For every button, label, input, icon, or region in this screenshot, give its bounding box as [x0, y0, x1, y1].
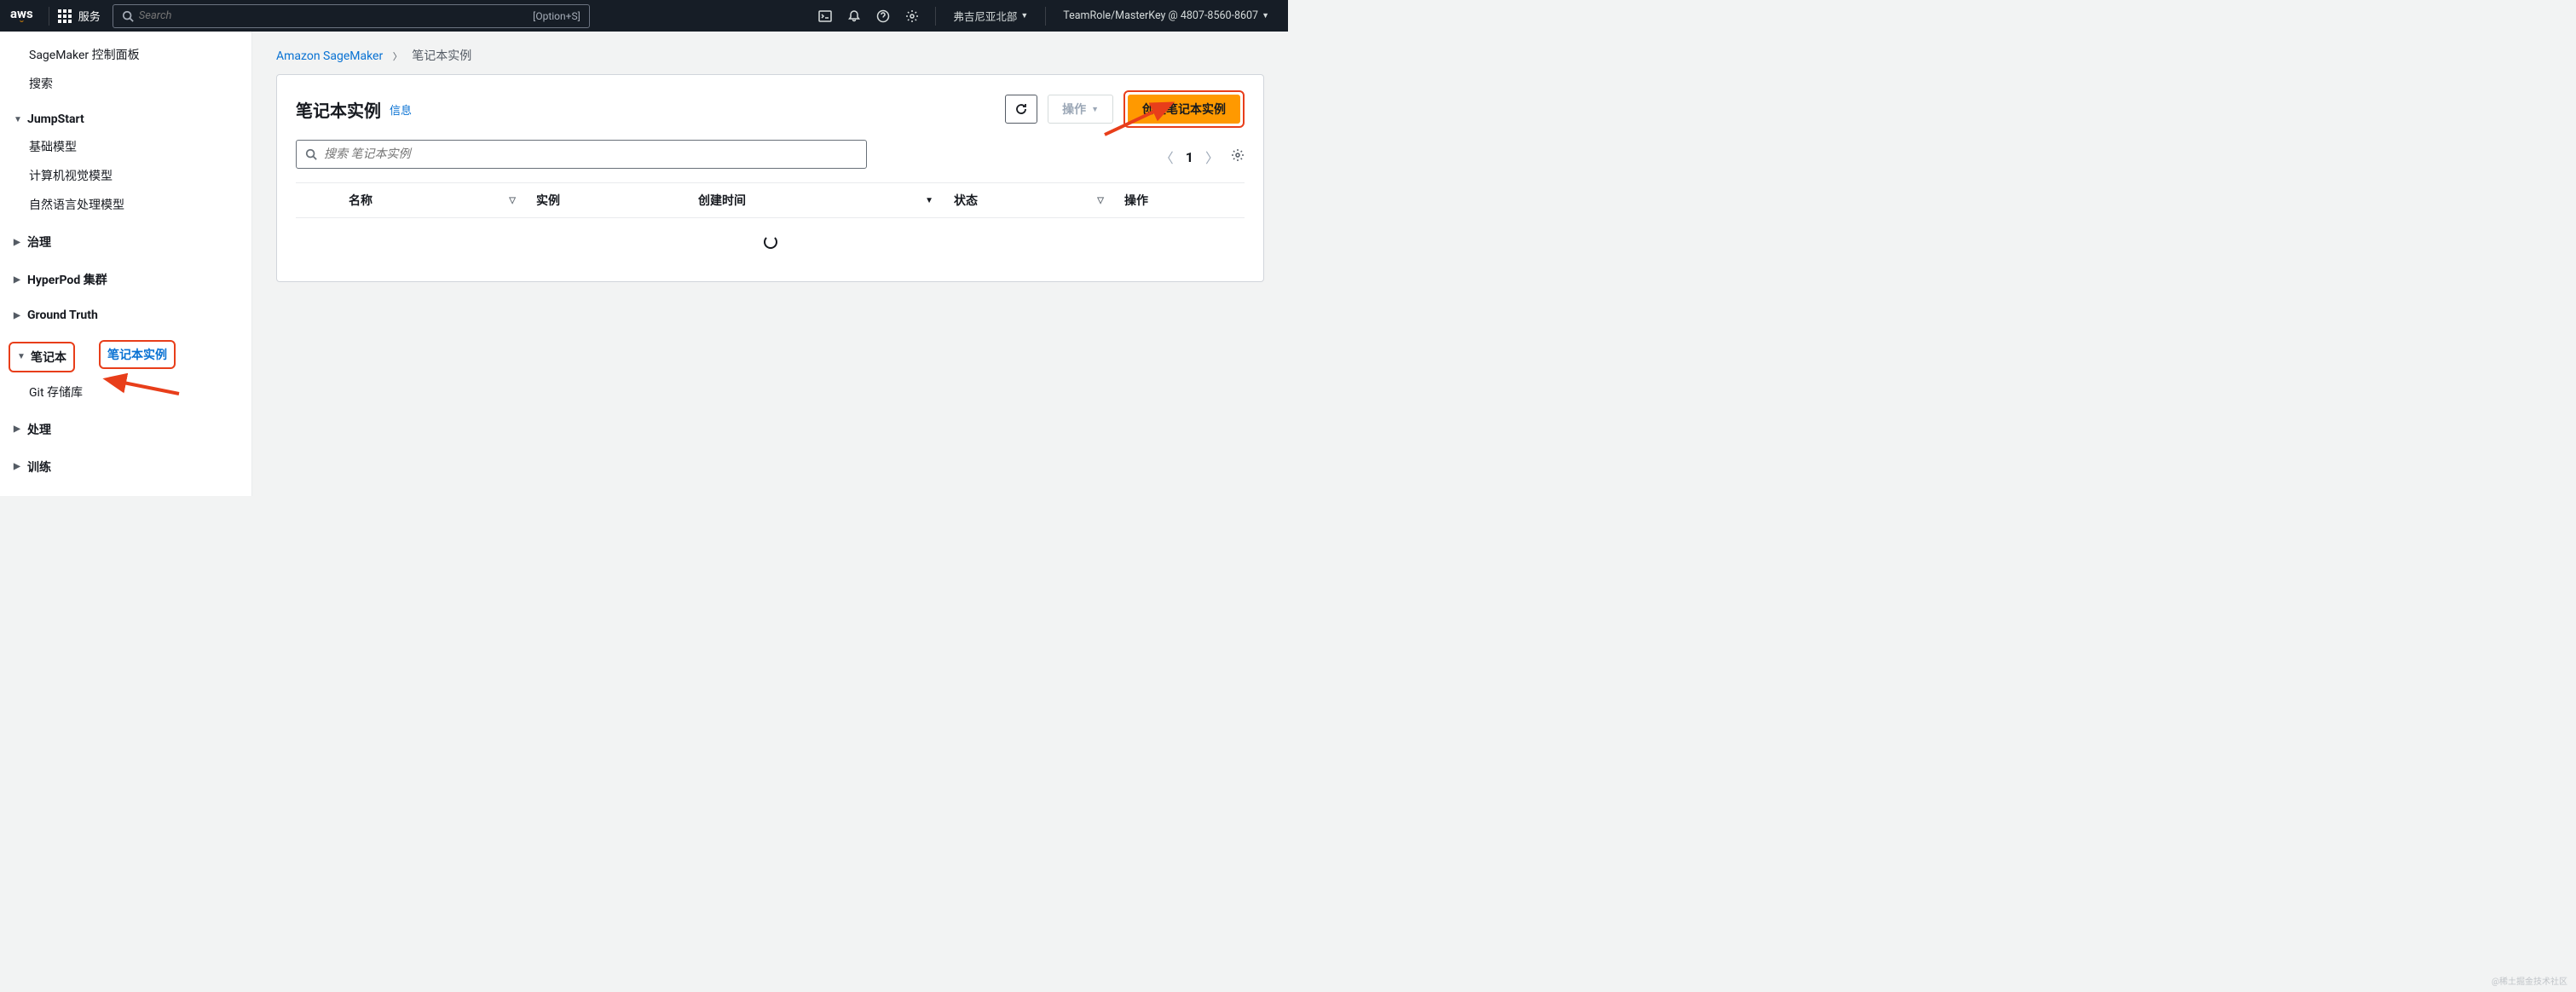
spinner-icon	[764, 235, 777, 249]
actions-dropdown[interactable]: 操作 ▼	[1048, 95, 1113, 124]
sidebar-item-nlp-models[interactable]: 自然语言处理模型	[0, 190, 251, 219]
sidebar-section-groundtruth[interactable]: ▶ Ground Truth	[0, 303, 251, 328]
notebook-instances-panel: 笔记本实例 信息 操作 ▼ 创建笔记本实例	[276, 74, 1264, 282]
sidebar-section-training[interactable]: ▶ 训练	[0, 453, 251, 482]
column-created[interactable]: 创建时间 ▼	[688, 192, 944, 209]
column-name[interactable]: 名称 ▽	[338, 192, 526, 209]
search-shortcut-hint: [Option+S]	[533, 10, 580, 22]
aws-global-header: aws ⌣ 服务 [Option+S] 弗吉尼亚北部 ▼ TeamRole/Ma…	[0, 0, 1288, 32]
caret-down-icon: ▼	[1262, 11, 1269, 20]
separator	[935, 7, 936, 26]
column-label: 状态	[954, 192, 978, 209]
separator	[1045, 7, 1046, 26]
table-settings-button[interactable]	[1231, 148, 1245, 165]
cloudshell-icon[interactable]	[811, 4, 840, 28]
breadcrumb: Amazon SageMaker 〉 笔记本实例	[276, 47, 1264, 64]
services-label[interactable]: 服务	[78, 8, 101, 24]
services-grid-icon[interactable]	[58, 9, 72, 23]
sort-icon: ▽	[1097, 196, 1104, 205]
caret-right-icon: ▶	[14, 311, 24, 320]
aws-smile-icon: ⌣	[20, 19, 24, 25]
sidebar-item-notebook-instances[interactable]: 笔记本实例	[107, 344, 167, 365]
sidebar-item-foundation-models[interactable]: 基础模型	[0, 132, 251, 161]
table-header-row: 名称 ▽ 实例 创建时间 ▼ 状态 ▽ 操作	[296, 182, 1245, 218]
gear-icon	[1231, 148, 1245, 162]
table-search-input[interactable]	[324, 147, 858, 161]
aws-logo[interactable]: aws ⌣	[10, 8, 33, 25]
column-action: 操作	[1114, 192, 1245, 209]
pagination: 〈 1 〉	[1160, 147, 1245, 167]
caret-down-icon: ▼	[14, 115, 24, 124]
sidebar-item-search[interactable]: 搜索	[0, 69, 251, 98]
sidebar-section-governance[interactable]: ▶ 治理	[0, 228, 251, 257]
sidebar-item-git-repos[interactable]: Git 存储库	[0, 378, 251, 407]
column-label: 操作	[1124, 192, 1148, 209]
region-selector[interactable]: 弗吉尼亚北部 ▼	[944, 8, 1037, 24]
sidebar-section-label: HyperPod 集群	[27, 271, 107, 288]
caret-right-icon: ▶	[14, 275, 24, 285]
settings-icon[interactable]	[898, 4, 927, 28]
sort-icon: ▽	[509, 196, 516, 205]
account-label: TeamRole/MasterKey @ 4807-8560-8607	[1063, 9, 1258, 22]
watermark: @稀土掘金技术社区	[2492, 974, 2567, 987]
page-next[interactable]: 〉	[1205, 147, 1219, 167]
sidebar-section-label: JumpStart	[27, 112, 84, 126]
sidebar-section-notebook[interactable]: ▼ 笔记本	[15, 345, 68, 369]
page-prev[interactable]: 〈	[1160, 147, 1174, 167]
caret-right-icon: ▶	[14, 238, 24, 247]
global-search-input[interactable]	[139, 9, 533, 22]
page-number: 1	[1186, 149, 1193, 165]
column-label: 实例	[536, 192, 560, 209]
caret-right-icon: ▶	[14, 462, 24, 471]
sidebar-section-label: 处理	[27, 421, 51, 438]
caret-down-icon: ▼	[1020, 11, 1028, 20]
chevron-right-icon: 〉	[393, 51, 402, 62]
account-selector[interactable]: TeamRole/MasterKey @ 4807-8560-8607 ▼	[1054, 9, 1278, 22]
caret-right-icon: ▶	[14, 424, 24, 434]
actions-label: 操作	[1062, 101, 1086, 118]
search-icon	[122, 10, 134, 22]
breadcrumb-root[interactable]: Amazon SageMaker	[276, 49, 383, 63]
column-label: 名称	[349, 192, 373, 209]
sidebar-nav: SageMaker 控制面板 搜索 ▼ JumpStart 基础模型 计算机视觉…	[0, 32, 252, 496]
table-loading	[296, 218, 1245, 266]
sidebar-item-dashboard[interactable]: SageMaker 控制面板	[0, 40, 251, 69]
sidebar-item-cv-models[interactable]: 计算机视觉模型	[0, 161, 251, 190]
caret-down-icon: ▼	[17, 352, 27, 361]
table-search[interactable]	[296, 140, 867, 169]
global-search[interactable]: [Option+S]	[113, 4, 590, 28]
info-link[interactable]: 信息	[390, 101, 412, 118]
refresh-button[interactable]	[1005, 95, 1037, 124]
create-notebook-button[interactable]: 创建笔记本实例	[1128, 95, 1240, 124]
sidebar-section-label: 训练	[27, 459, 51, 476]
sidebar-section-label: Ground Truth	[27, 309, 98, 322]
caret-down-icon: ▼	[1091, 105, 1099, 114]
column-label: 创建时间	[698, 192, 746, 209]
region-label: 弗吉尼亚北部	[953, 8, 1017, 24]
search-icon	[305, 148, 317, 160]
panel-title: 笔记本实例	[296, 97, 381, 122]
sort-desc-icon: ▼	[925, 196, 933, 205]
sidebar-section-hyperpod[interactable]: ▶ HyperPod 集群	[0, 265, 251, 294]
sidebar-section-jumpstart[interactable]: ▼ JumpStart	[0, 107, 251, 132]
column-status[interactable]: 状态 ▽	[944, 192, 1114, 209]
sidebar-section-label: 治理	[27, 234, 51, 251]
column-instance[interactable]: 实例	[526, 192, 688, 209]
sidebar-section-processing[interactable]: ▶ 处理	[0, 415, 251, 444]
main-content: Amazon SageMaker 〉 笔记本实例 笔记本实例 信息 操作 ▼ 创…	[252, 32, 1288, 496]
notifications-icon[interactable]	[840, 4, 869, 28]
sidebar-section-label: 笔记本	[31, 349, 66, 366]
breadcrumb-current: 笔记本实例	[412, 49, 471, 63]
help-icon[interactable]	[869, 4, 898, 28]
refresh-icon	[1014, 102, 1028, 116]
